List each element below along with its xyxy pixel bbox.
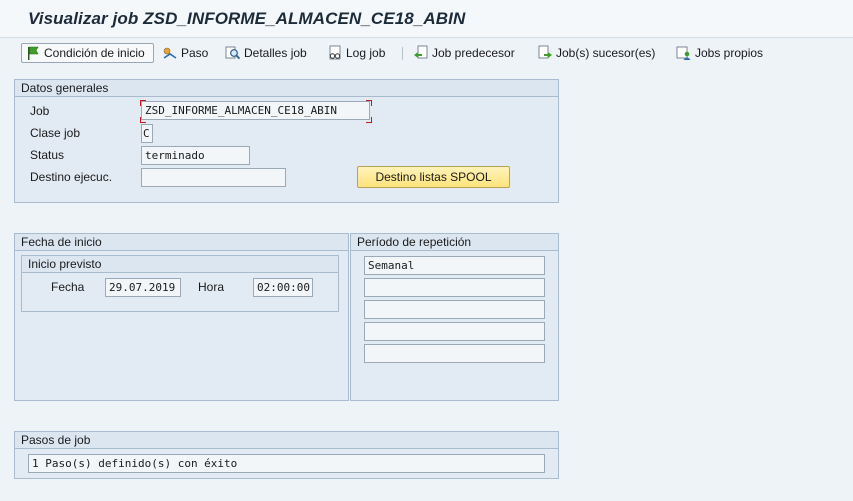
clase-job-label: Clase job — [30, 126, 81, 140]
job-label: Job — [30, 104, 50, 118]
successor-icon — [537, 45, 553, 61]
pasos-job-field[interactable]: 1 Paso(s) definido(s) con éxito — [28, 454, 545, 473]
status-field[interactable]: terminado — [141, 146, 250, 165]
condicion-inicio-label: Condición de inicio — [44, 46, 145, 60]
destino-ejecuc-label: Destino ejecuc. — [30, 170, 113, 184]
own-jobs-icon — [676, 45, 692, 61]
title-bar: Visualizar job ZSD_INFORME_ALMACEN_CE18_… — [0, 0, 853, 38]
pasos-job-title: Pasos de job — [15, 432, 558, 449]
periodo-row-1[interactable]: Semanal — [364, 256, 545, 275]
detalles-job-button[interactable]: Detalles job — [225, 43, 307, 63]
periodo-row-2[interactable] — [364, 278, 545, 297]
fecha-label: Fecha — [51, 280, 85, 294]
fecha-field[interactable]: 29.07.2019 — [105, 278, 181, 297]
periodo-row-3[interactable] — [364, 300, 545, 319]
destino-listas-spool-button[interactable]: Destino listas SPOOL — [357, 166, 510, 188]
page-title: Visualizar job ZSD_INFORME_ALMACEN_CE18_… — [28, 9, 466, 28]
datos-generales-title: Datos generales — [15, 80, 558, 97]
focus-corner-tl — [140, 100, 146, 106]
hora-field[interactable]: 02:00:00 — [253, 278, 313, 297]
toolbar-separator — [402, 47, 403, 60]
step-icon — [162, 45, 178, 61]
log-glasses-icon — [327, 45, 343, 61]
focus-corner-tr — [366, 100, 372, 106]
job-name-field[interactable]: ZSD_INFORME_ALMACEN_CE18_ABIN — [141, 101, 370, 120]
status-label: Status — [30, 148, 65, 162]
predecessor-icon — [413, 45, 429, 61]
jobs-sucesores-label: Job(s) sucesor(es) — [556, 46, 656, 60]
detalles-job-label: Detalles job — [244, 46, 307, 60]
periodo-row-5[interactable] — [364, 344, 545, 363]
log-job-label: Log job — [346, 46, 386, 60]
condicion-inicio-button[interactable]: Condición de inicio — [21, 43, 154, 63]
inicio-previsto-title: Inicio previsto — [22, 256, 338, 273]
jobs-propios-label: Jobs propios — [695, 46, 764, 60]
focus-corner-br — [366, 117, 372, 123]
paso-button[interactable]: Paso — [162, 43, 208, 63]
flag-icon — [25, 45, 41, 61]
fecha-inicio-title: Fecha de inicio — [15, 234, 348, 251]
jobs-propios-button[interactable]: Jobs propios — [676, 43, 763, 63]
job-predecesor-button[interactable]: Job predecesor — [413, 43, 515, 63]
application-toolbar: Condición de inicio Paso Detalles job Lo… — [0, 39, 853, 67]
destino-ejecuc-field[interactable] — [141, 168, 286, 187]
focus-corner-bl — [140, 117, 146, 123]
hora-label: Hora — [198, 280, 225, 294]
periodo-repeticion-title: Período de repetición — [351, 234, 558, 251]
log-job-button[interactable]: Log job — [327, 43, 385, 63]
periodo-row-4[interactable] — [364, 322, 545, 341]
job-predecesor-label: Job predecesor — [432, 46, 515, 60]
paso-label: Paso — [181, 46, 209, 60]
jobs-sucesores-button[interactable]: Job(s) sucesor(es) — [537, 43, 655, 63]
clase-job-field[interactable]: C — [141, 124, 153, 143]
magnifier-icon — [225, 45, 241, 61]
